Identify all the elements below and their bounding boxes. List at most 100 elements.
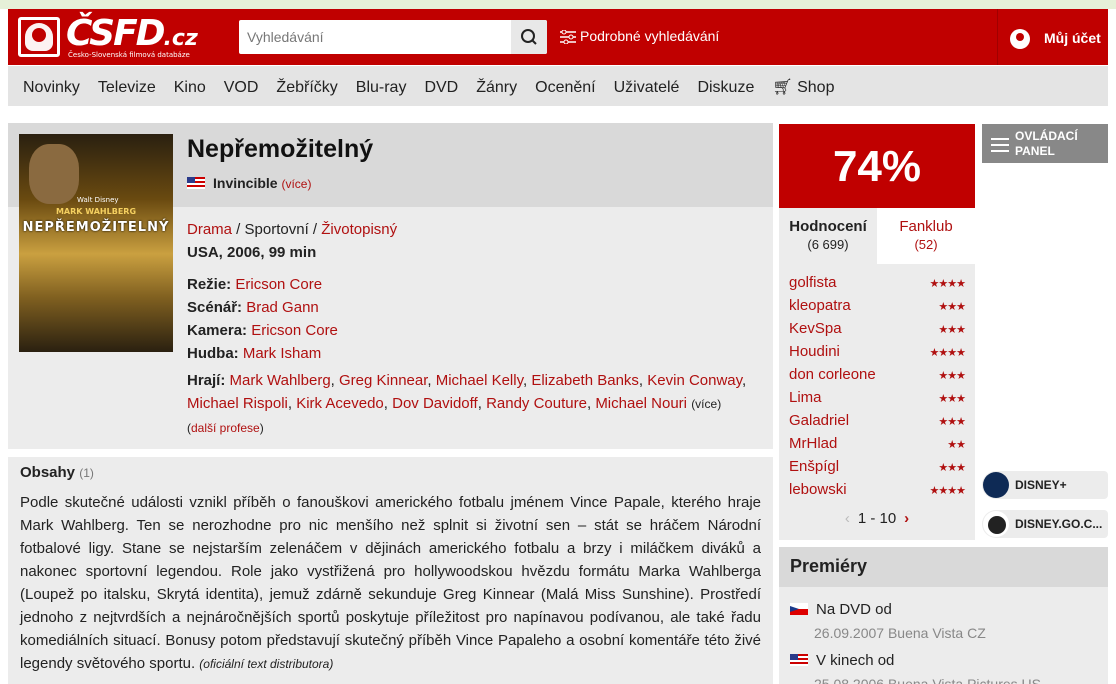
creator-link[interactable]: Ericson Core xyxy=(235,276,322,293)
cart-icon: 🛒︎ xyxy=(772,79,798,96)
stars-icon: ★★★★ xyxy=(929,347,966,359)
genre-drama[interactable]: Drama xyxy=(187,221,232,238)
tab-hodnoceni[interactable]: Hodnocení (6 699) xyxy=(779,208,877,264)
actor-link[interactable]: Dov Davidoff xyxy=(392,395,478,412)
stars-icon: ★★★ xyxy=(938,393,966,405)
user-rating-row[interactable]: Galadriel ★★★ xyxy=(789,412,966,429)
poster-face xyxy=(29,144,79,204)
nav-oceneni[interactable]: Ocenění xyxy=(535,66,595,110)
rating-score: 74% xyxy=(779,124,975,208)
actor-link[interactable]: Elizabeth Banks xyxy=(531,372,639,389)
film-poster[interactable]: Walt Disney MARK WAHLBERG NEPŘEMOŽITELNÝ xyxy=(19,134,173,352)
user-rating-row[interactable]: don corleone ★★★ xyxy=(789,366,966,383)
film-info-box: Walt Disney MARK WAHLBERG NEPŘEMOŽITELNÝ… xyxy=(8,123,773,449)
plot-source: (oficiální text distributora) xyxy=(199,657,334,671)
more-professions: (další profese) xyxy=(187,421,264,435)
original-title-more[interactable]: (více) xyxy=(281,177,311,191)
more-professions-link[interactable]: další profese xyxy=(191,421,260,435)
nav-televize[interactable]: Televize xyxy=(98,66,156,110)
plot-text: Podle skutečné události vznikl příběh o … xyxy=(20,494,761,672)
film-origin: USA, 2006, 99 min xyxy=(187,244,317,261)
nav-bluray[interactable]: Blu-ray xyxy=(356,66,407,110)
rating-tabs: Hodnocení (6 699) Fanklub (52) xyxy=(779,208,975,264)
actor-link[interactable]: Kevin Conway xyxy=(647,372,742,389)
nav-shop-label: Shop xyxy=(797,79,835,96)
plot-box: Obsahy (1) Podle skutečné události vznik… xyxy=(8,457,773,684)
vod-disney-go[interactable]: DISNEY.GO.C... xyxy=(982,510,1108,538)
user-rating-row[interactable]: lebowski ★★★★ xyxy=(789,481,966,498)
search-input[interactable]: Vyhledávání xyxy=(247,29,324,45)
advanced-search-link[interactable]: Podrobné vyhledávání xyxy=(560,28,719,45)
user-rating-row[interactable]: KevSpa ★★★ xyxy=(789,320,966,337)
stars-icon: ★★★ xyxy=(938,416,966,428)
nav-novinky[interactable]: Novinky xyxy=(23,66,80,110)
genre-zivotopisny[interactable]: Životopisný xyxy=(321,221,397,238)
user-rating-row[interactable]: Enšpígl ★★★ xyxy=(789,458,966,475)
top-strip xyxy=(0,0,1116,9)
creator-link[interactable]: Mark Isham xyxy=(243,345,321,362)
premiere-dvd: Na DVD od xyxy=(790,601,892,618)
creator-kamera: Kamera: Ericson Core xyxy=(187,322,338,339)
nav-zebricky[interactable]: Žebříčky xyxy=(276,66,337,110)
actor-link[interactable]: Greg Kinnear xyxy=(339,372,427,389)
logo-text: ČSFD.cz xyxy=(66,13,198,54)
cast-more-link[interactable]: (více) xyxy=(691,397,721,411)
user-rating-row[interactable]: Houdini ★★★★ xyxy=(789,343,966,360)
globe-icon xyxy=(983,511,1009,537)
nav-dvd[interactable]: DVD xyxy=(424,66,458,110)
nav-uzivatele[interactable]: Uživatelé xyxy=(614,66,680,110)
actor-link[interactable]: Michael Rispoli xyxy=(187,395,288,412)
nav-shop[interactable]: 🛒︎ Shop xyxy=(772,66,834,110)
nav-zanry[interactable]: Žánry xyxy=(476,66,517,110)
genre-sportovni: Sportovní xyxy=(244,221,309,238)
stars-icon: ★★★ xyxy=(938,370,966,382)
nav-diskuze[interactable]: Diskuze xyxy=(697,66,754,110)
ratings-pager: ‹ 1 - 10 › xyxy=(844,510,910,527)
stars-icon: ★★★★ xyxy=(929,278,966,290)
user-icon xyxy=(1010,29,1030,49)
stars-icon: ★★★ xyxy=(938,301,966,313)
menu-icon xyxy=(991,138,1009,152)
nav-kino[interactable]: Kino xyxy=(174,66,206,110)
user-rating-row[interactable]: MrHlad ★★ xyxy=(789,435,966,452)
user-rating-row[interactable]: golfista ★★★★ xyxy=(789,274,966,291)
user-rating-row[interactable]: kleopatra ★★★ xyxy=(789,297,966,314)
stars-icon: ★★★★ xyxy=(929,485,966,497)
search-button[interactable] xyxy=(511,20,547,54)
nav-vod[interactable]: VOD xyxy=(224,66,259,110)
stars-icon: ★★ xyxy=(947,439,966,451)
creator-link[interactable]: Brad Gann xyxy=(246,299,319,316)
film-logo-icon xyxy=(18,17,60,57)
search-box[interactable]: Vyhledávání xyxy=(239,20,547,54)
us-flag-icon xyxy=(187,177,205,189)
premieres-heading: Premiéry xyxy=(779,547,1108,587)
creator-scenar: Scénář: Brad Gann xyxy=(187,299,319,316)
actor-link[interactable]: Michael Nouri xyxy=(595,395,687,412)
actor-link[interactable]: Michael Kelly xyxy=(436,372,523,389)
actor-link[interactable]: Randy Couture xyxy=(486,395,587,412)
disney-plus-icon xyxy=(983,472,1009,498)
user-ratings-list: golfista ★★★★ kleopatra ★★★ KevSpa ★★★ Houd… xyxy=(779,264,975,540)
actor-link[interactable]: Mark Wahlberg xyxy=(230,372,331,389)
tab-fanklub[interactable]: Fanklub (52) xyxy=(877,208,975,264)
prev-page-icon[interactable]: ‹ xyxy=(845,510,850,527)
main-nav: Novinky Televize Kino VOD Žebříčky Blu-r… xyxy=(8,66,1108,106)
premiere-cinema-date: 25.08.2006 Buena Vista Pictures US xyxy=(814,676,1042,684)
vod-disney-plus[interactable]: DISNEY+ xyxy=(982,471,1108,499)
user-rating-row[interactable]: Lima ★★★ xyxy=(789,389,966,406)
premieres-box: Premiéry Na DVD od 26.09.2007 Buena Vist… xyxy=(779,547,1108,684)
next-page-icon[interactable]: › xyxy=(904,510,909,527)
premiere-dvd-date: 26.09.2007 Buena Vista CZ xyxy=(814,625,986,641)
control-panel-button[interactable]: OVLÁDACÍ PANEL xyxy=(982,124,1108,163)
genres: Drama / Sportovní / Životopisný xyxy=(187,221,398,238)
creator-hudba: Hudba: Mark Isham xyxy=(187,345,322,362)
sliders-icon xyxy=(560,29,576,45)
account-button[interactable]: Můj účet xyxy=(997,9,1108,65)
poster-actor: MARK WAHLBERG xyxy=(55,207,137,216)
plot-count: (1) xyxy=(79,466,94,480)
cz-flag-icon xyxy=(790,603,808,615)
actor-link[interactable]: Kirk Acevedo xyxy=(296,395,384,412)
site-logo[interactable]: ČSFD.cz Česko-Slovenská filmová databáze xyxy=(18,13,198,61)
stars-icon: ★★★ xyxy=(938,324,966,336)
creator-link[interactable]: Ericson Core xyxy=(251,322,338,339)
